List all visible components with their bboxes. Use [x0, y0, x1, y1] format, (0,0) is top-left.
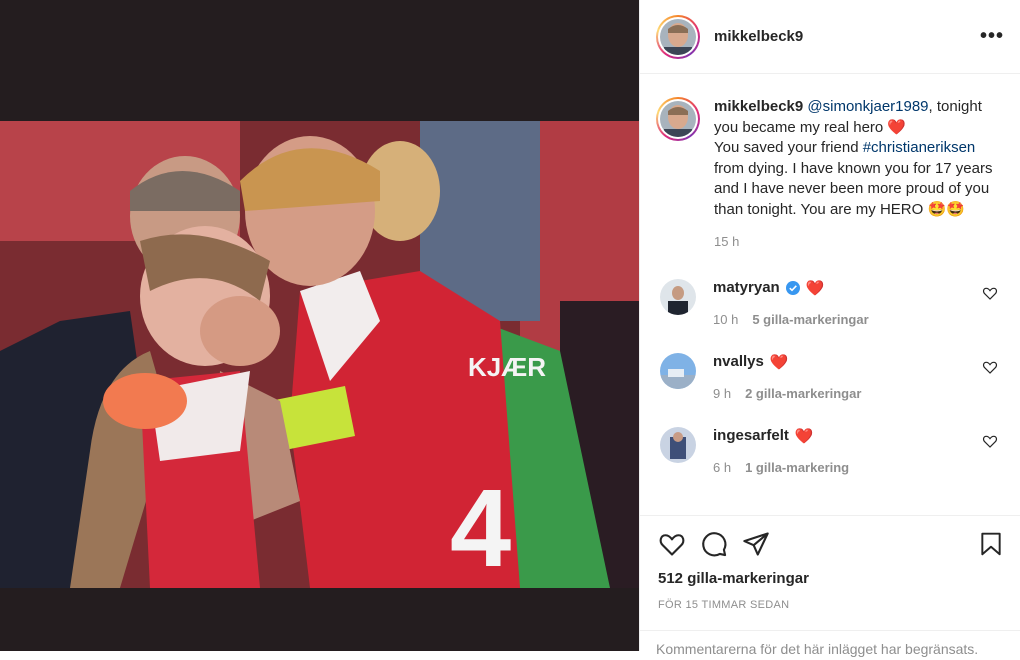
- comment-item: nvallys ❤️ 9 h 2 gilla-markeringar: [656, 352, 1004, 401]
- like-heart-icon[interactable]: [658, 530, 686, 558]
- author-username[interactable]: mikkelbeck9: [714, 28, 803, 45]
- svg-text:KJÆR: KJÆR: [468, 352, 546, 382]
- caption-time[interactable]: 15 h: [714, 232, 1004, 253]
- comment-username[interactable]: matyryan: [713, 279, 780, 296]
- post-timestamp[interactable]: FÖR 15 TIMMAR SEDAN: [658, 599, 1004, 611]
- photo-illustration: 4 KJÆR: [0, 121, 639, 588]
- caption-text-comma: ,: [928, 98, 933, 115]
- caption-mention-link[interactable]: @simonkjaer1989: [807, 98, 928, 115]
- comment-username[interactable]: ingesarfelt: [713, 427, 789, 444]
- post-media: 4 KJÆR: [0, 0, 639, 651]
- verified-badge-icon: [785, 280, 800, 295]
- heart-emoji-icon: ❤️: [887, 118, 907, 136]
- post-photo[interactable]: 4 KJÆR: [0, 121, 639, 588]
- author-avatar[interactable]: [656, 14, 700, 59]
- comment-username[interactable]: nvallys: [713, 353, 764, 370]
- like-comment-heart-icon[interactable]: [982, 359, 998, 375]
- comment-likes[interactable]: 2 gilla-markeringar: [745, 386, 861, 401]
- post-sidebar: mikkelbeck9 ••• mikkelbeck9 @simonkjaer1…: [639, 0, 1020, 657]
- post-actions: 512 gilla-markeringar FÖR 15 TIMMAR SEDA…: [640, 515, 1020, 611]
- comment-avatar[interactable]: [660, 426, 696, 463]
- comment-item: ingesarfelt ❤️ 6 h 1 gilla-markering: [656, 426, 1004, 475]
- comment-time[interactable]: 10 h: [713, 312, 738, 327]
- star-struck-emoji-icon: 🤩🤩: [927, 200, 965, 218]
- comment-likes[interactable]: 1 gilla-markering: [745, 460, 849, 475]
- caption: mikkelbeck9 @simonkjaer1989, tonight you…: [656, 97, 1004, 253]
- heart-emoji-icon: ❤️: [805, 279, 825, 297]
- caption-body: mikkelbeck9 @simonkjaer1989, tonight you…: [714, 97, 1004, 253]
- comment-time[interactable]: 9 h: [713, 386, 731, 401]
- author-avatar-image: [660, 18, 696, 55]
- post-header: mikkelbeck9 •••: [640, 0, 1020, 74]
- likes-count[interactable]: 512 gilla-markeringar: [658, 570, 1004, 587]
- comment-time[interactable]: 6 h: [713, 460, 731, 475]
- heart-emoji-icon: ❤️: [794, 427, 814, 445]
- comment-item: matyryan ❤️ 10 h 5 gilla-markeringar: [656, 278, 1004, 327]
- save-bookmark-icon[interactable]: [978, 530, 1004, 558]
- comments-restricted-notice: Kommentarerna för det här inlägget har b…: [640, 630, 1020, 660]
- comment-avatar[interactable]: [660, 352, 696, 389]
- share-paper-plane-icon[interactable]: [742, 530, 770, 558]
- caption-hashtag-link[interactable]: #christianeriksen: [863, 139, 976, 156]
- caption-avatar[interactable]: [656, 97, 700, 141]
- more-options-icon[interactable]: •••: [980, 25, 1004, 48]
- like-comment-heart-icon[interactable]: [982, 433, 998, 449]
- comment-avatar[interactable]: [660, 278, 696, 315]
- caption-text-line2: You saved your friend: [714, 139, 859, 156]
- comments-list[interactable]: mikkelbeck9 @simonkjaer1989, tonight you…: [640, 75, 1020, 515]
- like-comment-heart-icon[interactable]: [982, 285, 998, 301]
- heart-emoji-icon: ❤️: [769, 353, 789, 371]
- caption-avatar-image: [660, 101, 696, 137]
- comment-likes[interactable]: 5 gilla-markeringar: [752, 312, 868, 327]
- post-container: 4 KJÆR mikkelbeck9 ••• mikkelbeck9 @simo…: [0, 0, 1020, 657]
- svg-text:4: 4: [450, 467, 511, 588]
- caption-username[interactable]: mikkelbeck9: [714, 98, 803, 115]
- comment-bubble-icon[interactable]: [700, 530, 728, 558]
